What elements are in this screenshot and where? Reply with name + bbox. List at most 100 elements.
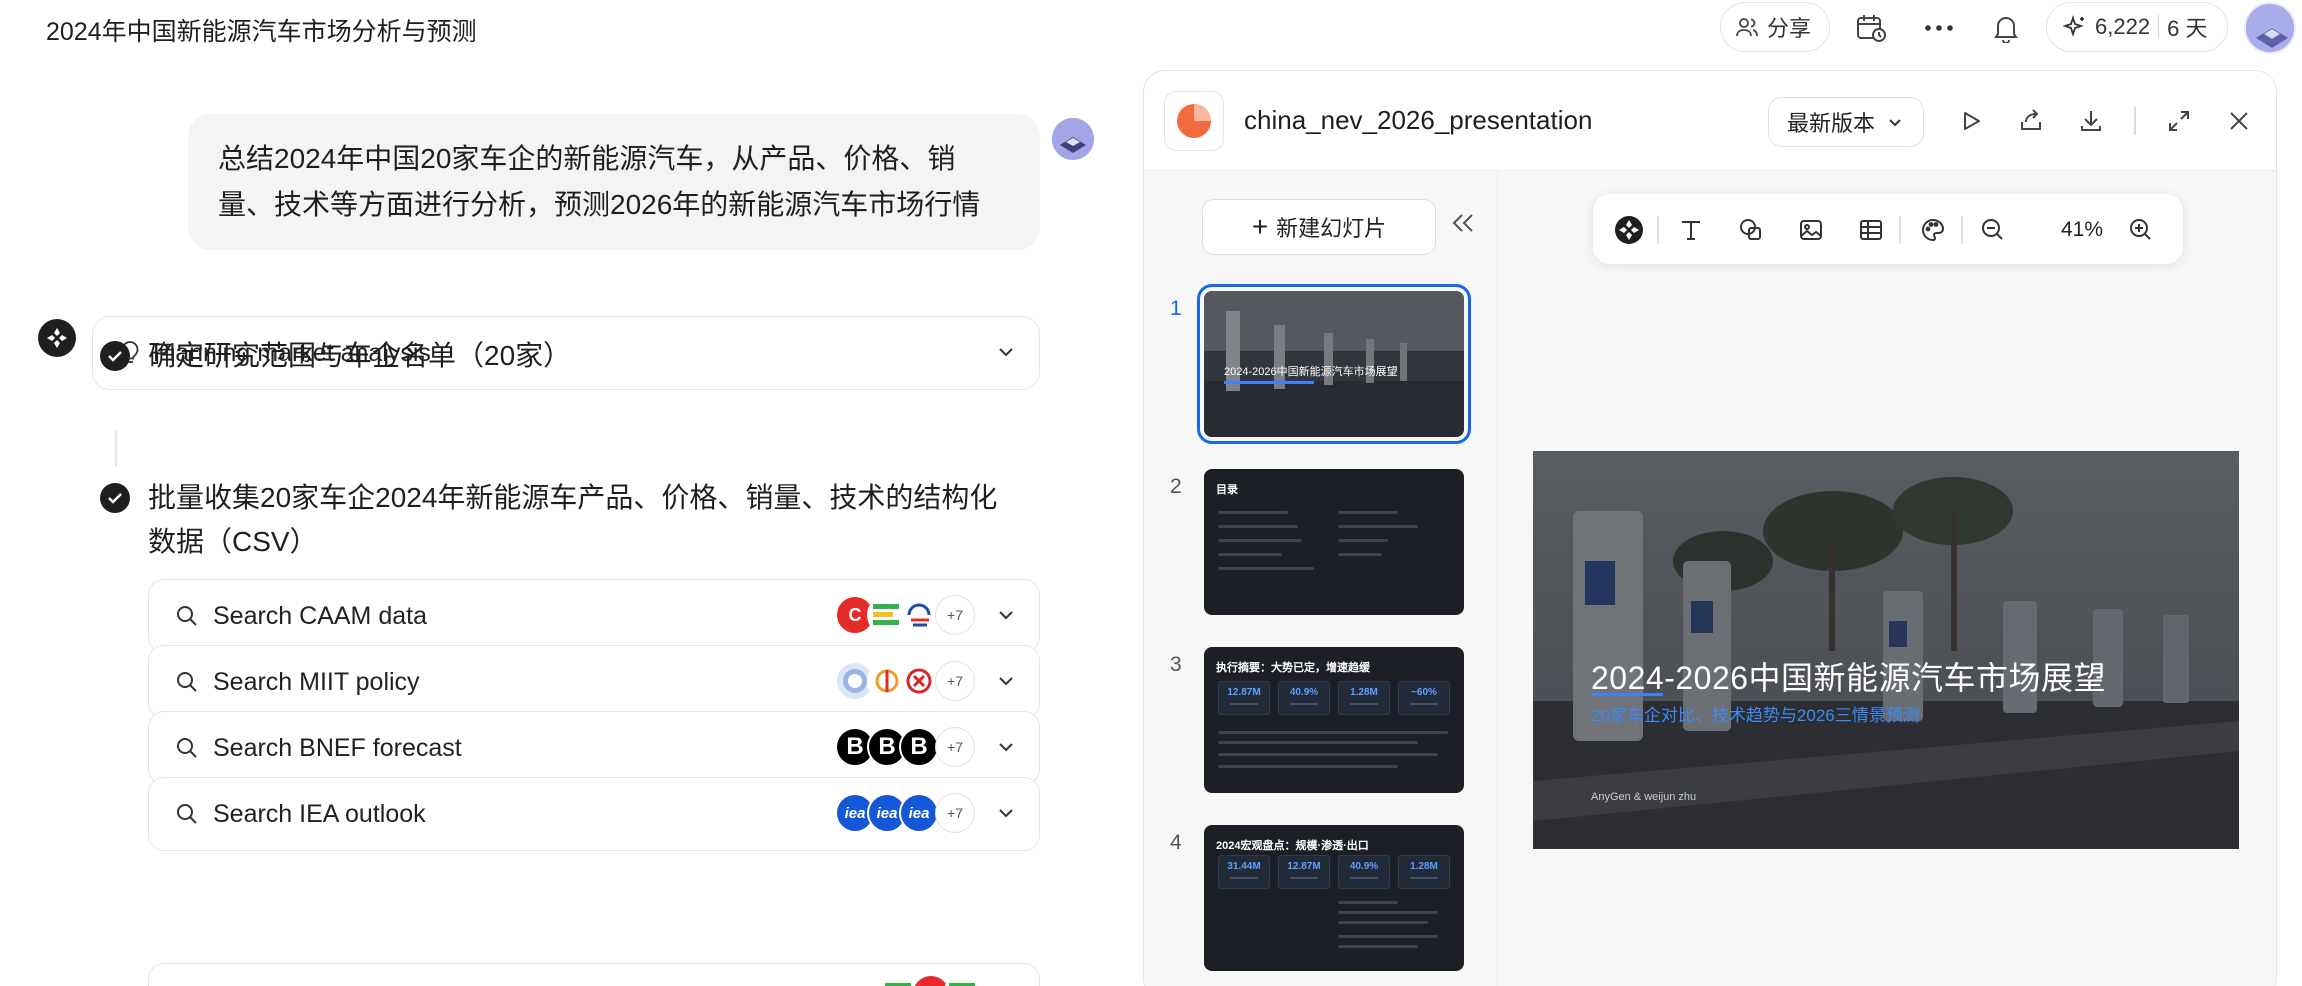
slide-background-photo [1533,451,2239,849]
step-text: 批量收集20家车企2024年新能源车产品、价格、销量、技术的结构化数据（CSV） [148,482,998,557]
stat-card: 12.87M [1278,855,1330,889]
search-label: Search CAAM data [213,601,427,630]
theme-palette-icon[interactable] [1917,214,1949,246]
search-card-bnef[interactable]: Search BNEF forecast B B B +7 [148,711,1040,785]
thumbnail-title: 目录 [1216,484,1238,496]
expand-icon[interactable] [2162,104,2196,138]
stat-value: 12.87M [1227,687,1261,698]
search-label: Search BNEF forecast [213,733,462,762]
source-logo-icon [899,595,939,635]
stat-card: 1.28M [1398,855,1450,889]
source-logo-icon [899,661,939,701]
thumbnail-title: 2024-2026中国新能源汽车市场展望 [1224,366,1398,378]
share-export-icon[interactable] [2014,104,2048,138]
table-tool-icon[interactable] [1855,214,1887,246]
user-message: 总结2024年中国20家车企的新能源汽车，从产品、价格、销量、技术等方面进行分析… [188,114,1040,250]
thumbnail-title: 2024宏观盘点：规模·渗透·出口 [1216,840,1369,852]
stat-card: 31.44M [1218,855,1270,889]
more-sources-badge: +7 [935,595,975,635]
panel-header: china_nev_2026_presentation 最新版本 [1144,71,2276,171]
version-label: 最新版本 [1787,111,1876,136]
ai-logo-icon[interactable] [1613,214,1645,246]
divider [1899,216,1901,244]
credits-count: 6,222 [2095,14,2151,39]
agent-logo-icon [38,319,76,357]
collapse-sidebar-icon[interactable] [1450,211,1476,240]
search-card-iea[interactable]: Search IEA outlook iea iea iea +7 [148,777,1040,851]
stat-card: ~60% [1398,681,1450,715]
chevron-down-icon [999,348,1013,357]
slide-preview[interactable]: 2024-2026中国新能源汽车市场展望 20家车企对比、技术趋势与2026三情… [1533,451,2239,849]
zoom-in-icon[interactable] [2125,214,2157,246]
toc-line [1218,525,1298,528]
user-message-avatar [1052,118,1094,160]
more-icon[interactable] [1922,11,1956,45]
slide-number: 3 [1170,653,1182,676]
chevron-down-icon [1889,119,1901,127]
shape-tool-icon[interactable] [1735,214,1767,246]
divider [1657,216,1659,244]
source-favicons: +7 [835,661,975,701]
slide-thumbnail-4[interactable]: 2024宏观盘点：规模·渗透·出口 31.44M 12.87M 40.9% 1.… [1204,825,1464,971]
source-logo-icon: B [899,727,939,767]
check-icon [100,483,130,513]
toc-line [1218,539,1302,542]
slide-thumbnail-1[interactable]: 2024-2026中国新能源汽车市场展望 [1197,284,1471,444]
toc-line [1338,539,1388,542]
slide-thumbnails: + 新建幻灯片 1 2024-2026中国新能源汽车市场展望 2 目录 3 执行… [1144,171,1498,986]
thumbnail-title: 执行摘要：大势已定，增速趋缓 [1216,662,1370,674]
new-slide-button[interactable]: + 新建幻灯片 [1202,199,1436,255]
toc-line [1218,567,1314,570]
chevron-down-icon [999,809,1013,818]
step-item: 批量收集20家车企2024年新能源车产品、价格、销量、技术的结构化数据（CSV） [100,476,1000,564]
bell-icon[interactable] [1989,11,2023,45]
divider [2158,15,2160,39]
stat-card: 40.9% [1278,681,1330,715]
toc-line [1338,525,1418,528]
search-card-caam[interactable]: Search CAAM data C +7 [148,579,1040,653]
search-icon [175,736,199,760]
close-icon[interactable] [2222,104,2256,138]
editor-toolbar: 41% [1592,193,2184,265]
check-icon [100,341,130,371]
text-tool-icon[interactable] [1675,214,1707,246]
users-icon [1736,18,1758,37]
download-icon[interactable] [2074,104,2108,138]
image-tool-icon[interactable] [1795,214,1827,246]
text-line [1338,945,1418,948]
zoom-out-icon[interactable] [1977,214,2009,246]
share-label: 分享 [1767,16,1812,41]
play-icon[interactable] [1954,104,1988,138]
text-line [1338,921,1428,924]
slide-thumbnail-3[interactable]: 执行摘要：大势已定，增速趋缓 12.87M 40.9% 1.28M ~60% [1204,647,1464,793]
search-card-partial[interactable]: C [148,963,1040,986]
user-avatar[interactable] [2244,2,2296,54]
stat-card: 1.28M [1338,681,1390,715]
stat-value: 31.44M [1227,861,1261,872]
search-card-miit[interactable]: Search MIIT policy +7 [148,645,1040,719]
version-dropdown[interactable]: 最新版本 [1768,97,1924,147]
step-connector [115,431,117,467]
stat-card: 12.87M [1218,681,1270,715]
slide-subtitle: 20家车企对比、技术趋势与2026三情景预测 [1591,706,1920,725]
text-line [1218,741,1418,744]
chevron-down-icon [999,677,1013,686]
plus-icon: + [1251,211,1269,242]
credits-pill[interactable]: 6,222 6 天 [2046,2,2228,52]
days-remaining: 6 天 [2167,16,2208,41]
text-line [1218,731,1448,734]
top-bar: 2024年中国新能源汽车市场分析与预测 分享 6,222 6 天 [0,0,2302,56]
more-sources-badge: +7 [935,793,975,833]
schedule-icon[interactable] [1854,11,1888,45]
slide-thumbnail-2[interactable]: 目录 [1204,469,1464,615]
source-logo-icon: iea [899,793,939,833]
chevron-down-icon [999,743,1013,752]
share-button[interactable]: 分享 [1720,2,1830,52]
file-name: china_nev_2026_presentation [1244,105,1593,135]
chevron-down-icon [999,611,1013,620]
step-item: 确定研究范围与车企名单（20家） [100,334,571,378]
text-line [1218,765,1398,768]
document-title: 2024年中国新能源汽车市场分析与预测 [46,18,477,46]
sparkle-icon [2063,15,2084,37]
slide-author: AnyGen & weijun zhu [1591,791,1697,803]
